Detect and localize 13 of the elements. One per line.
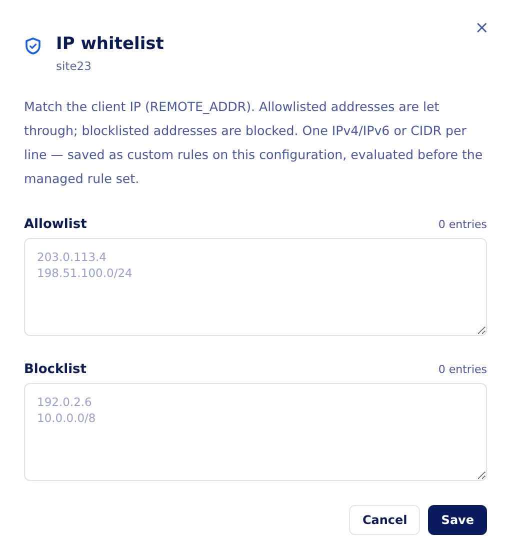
cancel-button[interactable]: Cancel — [349, 505, 420, 535]
close-button[interactable]: × — [472, 18, 491, 38]
dialog-subtitle: site23 — [56, 59, 92, 73]
shield-check-icon — [24, 37, 42, 55]
save-button[interactable]: Save — [428, 505, 487, 535]
description-text: Match the client IP (REMOTE_ADDR). Allowlisted addresses are let through; blocklisted addresses are blocked. One IPv4/IPv6 or CIDR per line — saved as custom rules on this configuration, evaluated before the managed rule set. — [24, 98, 484, 188]
field-label: Blocklist — [24, 362, 87, 377]
dialog-title: IP whitelist — [56, 33, 164, 55]
entry-count: 0 entries — [438, 363, 487, 376]
address-list-field[interactable]: 192.0.2.6 10.0.0.0/8 — [24, 383, 487, 481]
field-label: Allowlist — [24, 217, 87, 232]
address-list-field[interactable]: 203.0.113.4 198.51.100.0/24 — [24, 238, 487, 336]
entry-count: 0 entries — [438, 218, 487, 231]
